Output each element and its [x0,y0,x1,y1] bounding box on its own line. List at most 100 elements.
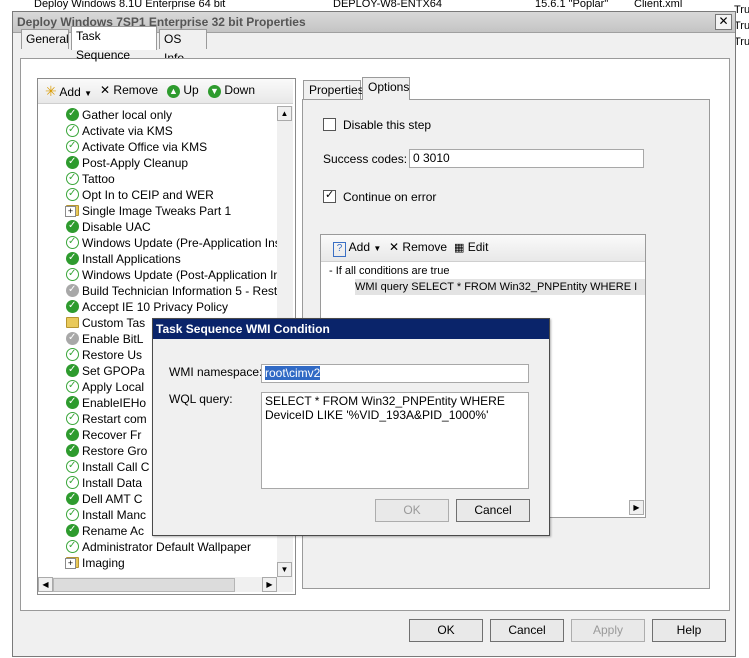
check-icon: ✓ [66,492,79,505]
down-label: Down [224,83,256,97]
scroll-left-icon[interactable]: ◀ [38,577,53,592]
tab-properties[interactable]: Properties [303,80,364,100]
tree-item-label: Install Call C [82,460,150,474]
disable-step-checkbox[interactable] [323,118,336,131]
scroll-right-icon[interactable]: ▶ [629,500,644,515]
tree-item-label: Activate Office via KMS [82,140,208,154]
scroll-up-icon[interactable]: ▲ [277,106,292,121]
up-button[interactable]: ▲ Up [167,83,199,98]
cond-edit-button[interactable]: ▦ Edit [454,240,488,254]
check-icon: ✓ [66,444,79,457]
scroll-right-icon[interactable]: ▶ [262,577,277,592]
wmi-namespace-label: WMI namespace: [169,365,263,379]
dialog-cancel-button[interactable]: Cancel [456,499,530,522]
scroll-down-icon[interactable]: ▼ [277,562,292,577]
up-label: Up [183,83,199,97]
wmi-condition-dialog: Task Sequence WMI Condition WMI namespac… [152,318,550,536]
tree-horizontal-scrollbar[interactable]: ◀ ▶ [38,577,293,592]
down-arrow-icon: ▼ [208,85,221,98]
wql-query-textarea[interactable]: SELECT * FROM Win32_PNPEntity WHERE Devi… [261,392,529,489]
wmi-namespace-value: root\cimv2 [265,366,321,380]
tree-item-label: Activate via KMS [82,124,173,138]
check-icon: ✓ [66,140,79,153]
cond-remove-button[interactable]: ✕ Remove [389,240,447,254]
check-icon: ✓ [66,172,79,185]
close-button[interactable]: ✕ [715,14,732,30]
bg-col-name: Deploy Windows 8.1U Enterprise 64 bit [34,0,226,10]
conditions-toolbar: ? Add ▼ ✕ Remove ▦ Edit [321,235,645,262]
check-icon: ✓ [66,188,79,201]
folder-icon [66,317,79,328]
check-icon: ✓ [66,348,79,361]
check-icon: ✓ [66,300,79,313]
check-icon: ✓ [66,380,79,393]
check-icon: ✓ [66,156,79,169]
remove-button[interactable]: ✕ Remove [100,83,158,97]
tree-item-label: Restart com [82,412,147,426]
scroll-thumb[interactable] [53,578,235,592]
cond-remove-label: Remove [402,240,448,254]
wmi-namespace-input[interactable]: root\cimv2 [261,364,529,383]
tab-general[interactable]: General [21,29,69,49]
remove-x-icon: ✕ [100,83,111,97]
check-icon: ✓ [66,396,79,409]
tab-task-sequence[interactable]: Task Sequence [71,26,157,62]
cond-root-node[interactable]: - If all conditions are true [329,265,449,277]
tree-item-label: Rename Ac [82,524,145,538]
remove-x-icon: ✕ [389,240,400,254]
cond-edit-label: Edit [467,240,489,254]
cond-add-label: Add [348,240,371,254]
dialog-ok-button[interactable]: OK [375,499,449,522]
tree-item-label: Enable BitL [82,332,144,346]
check-icon: ✓ [66,124,79,137]
success-codes-input[interactable]: 0 3010 [409,149,644,168]
disabled-step-icon: ✓ [66,284,79,297]
bg-enabled-value: True [734,4,749,16]
expand-icon[interactable]: + [65,206,76,217]
tree-item-label: Apply Local [82,380,145,394]
tree-item-label: Post-Apply Cleanup [82,156,189,170]
success-codes-label: Success codes: [323,152,408,166]
check-icon: ✓ [66,108,79,121]
tree-item-label: Windows Update (Post-Application Ins [82,268,277,282]
tab-options[interactable]: Options [362,77,410,100]
tab-os-info[interactable]: OS Info [159,29,207,65]
add-label: Add [59,85,81,99]
wql-query-label: WQL query: [169,392,233,406]
tree-item-label: Windows Update (Pre-Application Inst [82,236,277,250]
bg-col-version: 15.6.1 "Poplar" [535,0,609,10]
cancel-button[interactable]: Cancel [490,619,564,642]
tree-item-label: Restore Gro [82,444,148,458]
add-menu-button[interactable]: ✳ Add ▼ [45,83,92,100]
check-icon: ✓ [66,412,79,425]
check-icon: ✓ [66,252,79,265]
expand-icon[interactable]: + [65,558,76,569]
add-star-icon: ✳ [45,83,57,99]
help-button[interactable]: Help [652,619,726,642]
check-icon: ✓ [66,476,79,489]
cond-root-label: If all conditions are true [335,265,450,277]
tree-item-label: Restore Us [82,348,143,362]
add-condition-icon: ? [333,242,346,257]
checkmark-icon: ✓ [325,189,335,201]
down-button[interactable]: ▼ Down [208,83,255,98]
apply-button[interactable]: Apply [571,619,645,642]
bg-col-enabled: True True True [734,2,749,50]
bg-col-id: DEPLOY-W8-ENTX64 [333,0,443,10]
check-icon: ✓ [66,236,79,249]
cond-add-menu-button[interactable]: ? Add ▼ [333,240,381,257]
bg-enabled-value: True [734,36,749,48]
tree-item-label: Recover Fr [82,428,142,442]
check-icon: ✓ [66,508,79,521]
remove-label: Remove [113,83,159,97]
check-icon: ✓ [66,364,79,377]
tree-item-label: Tattoo [82,172,115,186]
tree-item-label: Install Data [82,476,143,490]
up-arrow-icon: ▲ [167,85,180,98]
cond-wmi-query-node[interactable]: WMI query SELECT * FROM Win32_PNPEntity … [355,279,645,295]
continue-on-error-checkbox[interactable]: ✓ [323,189,336,203]
ok-button[interactable]: OK [409,619,483,642]
tree-item-label: Build Technician Information 5 - Resto [82,284,277,298]
tree-item-label: Custom Tas [82,316,146,330]
check-icon: ✓ [66,540,79,553]
